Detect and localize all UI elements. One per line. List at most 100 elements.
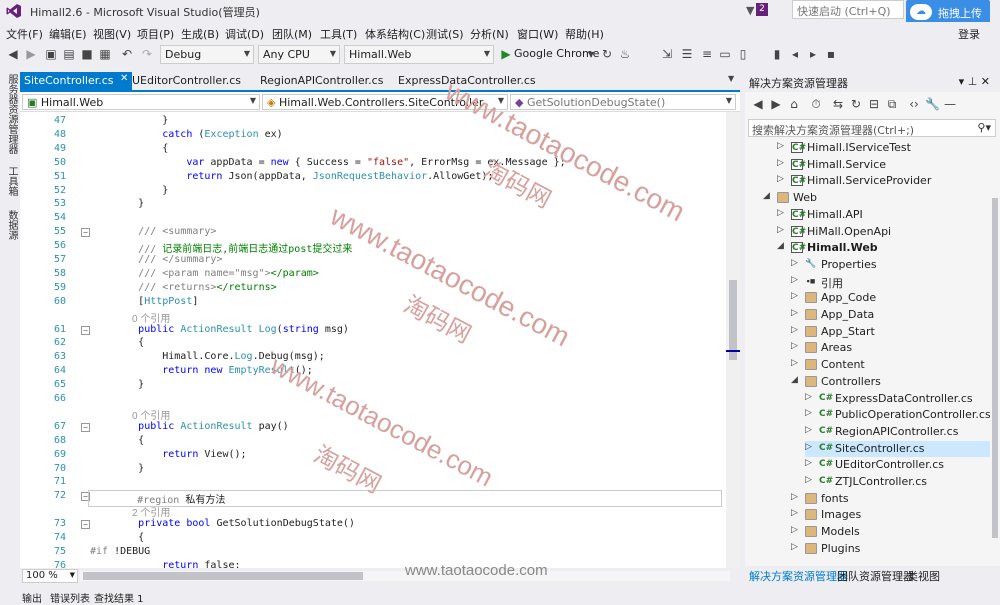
tree-item[interactable]: ▷ App_Code (791, 290, 990, 306)
prev-bookmark-icon[interactable]: ◂ (788, 47, 802, 61)
list-icon[interactable]: ☰ (680, 47, 694, 61)
collapsed-arrow-icon[interactable]: ▷ (777, 174, 784, 184)
tree-item[interactable]: ▷ C# ExpressDataController.cs (805, 391, 990, 407)
feedback-flag-icon[interactable]: ▼ (746, 4, 754, 17)
collapsed-arrow-icon[interactable]: ▷ (805, 475, 812, 485)
tree-item[interactable]: ▷ Images (791, 507, 990, 523)
tree-item[interactable]: ▷ C# SiteController.cs (805, 440, 990, 457)
collapsed-arrow-icon[interactable]: ▷ (791, 508, 798, 518)
codelens-reference-count[interactable]: 0 个引用 (132, 407, 170, 422)
show-all-files-icon[interactable]: ⧉ (885, 97, 899, 111)
expanded-arrow-icon[interactable]: ◢ (777, 241, 784, 251)
step-icon[interactable]: ⇲ (660, 47, 674, 61)
tree-item[interactable]: ▷ fonts (791, 491, 990, 507)
save-icon[interactable]: ■ (80, 47, 94, 61)
code-view[interactable]: 47 } 48 catch (Exception ex) 49 {50 var ap… (20, 112, 726, 568)
tree-item[interactable]: ▷ Plugins (791, 541, 990, 557)
collapsed-arrow-icon[interactable]: ▷ (791, 358, 798, 368)
tree-item[interactable]: ▷ C# UEditorController.cs (805, 457, 990, 473)
tree-item[interactable]: ▷ C# Himall.IServiceTest (777, 140, 990, 156)
server-explorer-tab[interactable]: 服务器资源管理器 (4, 74, 19, 154)
horizontal-scrollbar[interactable] (80, 571, 730, 581)
next-bookmark-icon[interactable]: ▸ (806, 47, 820, 61)
tab-team-explorer[interactable]: 团队资源管理器 (837, 568, 914, 584)
more-icon[interactable]: — (943, 97, 957, 111)
align-icon[interactable]: ≡ (700, 47, 714, 61)
scrollbar-thumb[interactable] (992, 198, 998, 538)
class-dropdown[interactable]: ◈ Himall.Web.Controllers.SiteController ▼ (262, 94, 508, 110)
expanded-arrow-icon[interactable]: ◢ (791, 375, 798, 385)
menu-item[interactable]: 测试(S) (426, 26, 464, 42)
tree-item[interactable]: ▷ C# Himall.ServiceProvider (777, 173, 990, 189)
tree-item[interactable]: ▷ 🔧 Properties (791, 257, 990, 273)
menu-item[interactable]: 编辑(E) (49, 26, 87, 42)
fold-toggle-icon[interactable]: − (81, 422, 90, 432)
vertical-scrollbar[interactable] (726, 112, 740, 568)
collapsed-arrow-icon[interactable]: ▷ (777, 208, 784, 218)
undo-icon[interactable]: ↶ (120, 47, 134, 61)
tab-overflow-icon[interactable]: ▼ (728, 74, 734, 83)
upload-button[interactable]: ☁ 拖拽上传 (906, 0, 990, 24)
menu-item[interactable]: 体系结构(C) (365, 26, 425, 42)
pin-icon[interactable]: ▾ ⊥ ✕ (959, 75, 990, 88)
collapsed-arrow-icon[interactable]: ▷ (805, 408, 812, 418)
notification-badge[interactable]: 2 (756, 3, 768, 16)
tab-class-view[interactable]: 类视图 (907, 568, 940, 584)
expanded-arrow-icon[interactable]: ◢ (763, 191, 770, 201)
collapsed-arrow-icon[interactable]: ▷ (805, 442, 812, 452)
collapsed-arrow-icon[interactable]: ▷ (791, 308, 798, 318)
fold-toggle-icon[interactable]: − (81, 520, 90, 530)
tree-item[interactable]: ▷ Models (791, 524, 990, 540)
redo-icon[interactable]: ↷ (140, 47, 154, 61)
tree-item[interactable]: ▷ C# PublicOperationController.cs (805, 407, 990, 423)
tab-output[interactable]: 输出 (22, 590, 42, 605)
quick-launch-input[interactable]: 快速启动 (Ctrl+Q) (792, 0, 904, 19)
menu-item[interactable]: 窗口(W) (517, 26, 558, 42)
collapse-all-icon[interactable]: ⊟ (867, 97, 881, 111)
collapsed-arrow-icon[interactable]: ▷ (805, 392, 812, 402)
tab-solution-explorer[interactable]: 解决方案资源管理器 (749, 568, 848, 584)
run-target-dropdown-icon[interactable]: ▾ (584, 47, 598, 61)
collapsed-arrow-icon[interactable]: ▷ (791, 325, 798, 335)
project-dropdown[interactable]: ▣ Himall.Web ▼ (22, 94, 260, 110)
codelens-reference-count[interactable]: 2 个引用 (132, 504, 170, 519)
clear-bookmarks-icon[interactable]: ▪ (824, 47, 838, 61)
tree-item[interactable]: ▷ Content (791, 357, 990, 373)
flame-icon[interactable]: ♨ (618, 47, 632, 61)
collapsed-arrow-icon[interactable]: ▷ (791, 492, 798, 502)
code-view-icon[interactable]: ‹› (907, 97, 921, 111)
fold-toggle-icon[interactable]: − (81, 228, 90, 238)
collapsed-arrow-icon[interactable]: ▷ (777, 225, 784, 235)
member-dropdown[interactable]: ◆ GetSolutionDebugState() ▼ (510, 94, 736, 110)
forward-icon[interactable]: ▶ (769, 97, 783, 111)
run-icon[interactable]: ▶ (499, 47, 513, 61)
collapsed-arrow-icon[interactable]: ▷ (791, 542, 798, 552)
toolbox-tab[interactable]: 工具箱 (4, 166, 19, 196)
save-all-icon[interactable]: ▦ (98, 47, 112, 61)
collapsed-arrow-icon[interactable]: ▷ (791, 525, 798, 535)
tree-item[interactable]: ▷ C# Himall.Service (777, 157, 990, 173)
refresh-icon[interactable]: ↻ (600, 47, 614, 61)
tab-find-results[interactable]: 查找结果 1 (94, 590, 144, 605)
menu-item[interactable]: 文件(F) (6, 26, 43, 42)
scrollbar-thumb[interactable] (729, 280, 737, 360)
collapsed-arrow-icon[interactable]: ▷ (805, 458, 812, 468)
tab-regionapicontroller[interactable]: RegionAPIController.cs (256, 72, 387, 90)
properties-icon[interactable]: 🔧 (925, 97, 940, 111)
tree-item[interactable]: ▷ C# HiMall.OpenApi (777, 224, 990, 240)
collapsed-arrow-icon[interactable]: ▷ (791, 291, 798, 301)
zoom-select[interactable]: 100 % ▼ (22, 569, 78, 583)
collapsed-arrow-icon[interactable]: ▷ (777, 158, 784, 168)
tree-item[interactable]: ◢ C# Himall.Web (777, 240, 990, 256)
solution-search-input[interactable]: 搜索解决方案资源管理器(Ctrl+;) ⚲▾ (748, 119, 996, 137)
back-icon[interactable]: ◀ (751, 97, 765, 111)
collapsed-arrow-icon[interactable]: ▷ (777, 141, 784, 151)
startup-project-select[interactable]: Himall.Web ▼ (344, 45, 494, 64)
history-icon[interactable]: ⏱ (809, 97, 823, 111)
menu-item[interactable]: 工具(T) (320, 26, 357, 42)
tab-sitecontroller[interactable]: SiteController.cs (20, 72, 132, 90)
tab-error-list[interactable]: 错误列表 (50, 590, 90, 605)
tree-item[interactable]: ◢ Web (763, 190, 990, 206)
tree-item[interactable]: ▷ ▪■ 引用 (791, 274, 990, 290)
sync-icon[interactable]: ⇆ (831, 97, 845, 111)
